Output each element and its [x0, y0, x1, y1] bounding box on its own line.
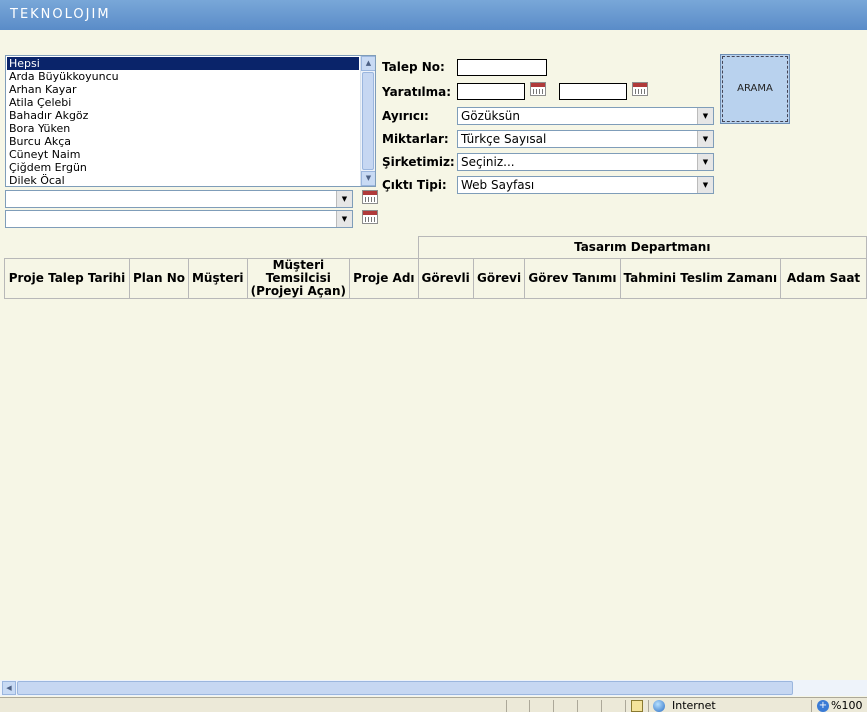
column-header[interactable]: Proje Talep Tarihi — [4, 258, 130, 299]
amounts-label: Miktarlar: — [382, 132, 449, 146]
calendar-icon[interactable] — [632, 82, 648, 96]
user-list-scrollbar[interactable]: ▲ ▼ — [360, 56, 375, 186]
scroll-thumb[interactable] — [362, 72, 374, 170]
calendar-icon[interactable] — [362, 190, 378, 204]
created-to-input[interactable] — [559, 83, 627, 100]
column-header[interactable]: Görevli — [417, 258, 474, 299]
user-list-item[interactable]: Atila Çelebi — [7, 96, 359, 109]
request-no-label: Talep No: — [382, 60, 445, 74]
created-from-input[interactable] — [457, 83, 525, 100]
output-type-label: Çıktı Tipi: — [382, 178, 447, 192]
app-header: TEKNOLOJIM — [0, 0, 867, 30]
chevron-down-icon[interactable]: ▼ — [697, 177, 713, 193]
user-list-item[interactable]: Bora Yüken — [7, 122, 359, 135]
column-header[interactable]: Adam Saat — [780, 258, 867, 299]
company-label: Şirketimiz: — [382, 155, 455, 169]
column-header[interactable]: Müşteri Temsilcisi (Projeyi Açan) — [246, 258, 351, 299]
user-list-item[interactable]: Çiğdem Ergün — [7, 161, 359, 174]
request-no-input[interactable] — [457, 59, 547, 76]
user-list-items: Hepsi Arda Büyükkoyuncu Arhan Kayar Atil… — [7, 57, 359, 186]
separator-label: Ayırıcı: — [382, 109, 429, 123]
created-label: Yaratılma: — [382, 85, 452, 99]
user-list-item[interactable]: Dilek Öcal — [7, 174, 359, 186]
scroll-thumb[interactable] — [17, 681, 793, 695]
separator-select[interactable]: Gözüksün ▼ — [457, 107, 714, 125]
column-header[interactable]: Plan No — [128, 258, 189, 299]
user-list-item[interactable]: Arhan Kayar — [7, 83, 359, 96]
status-divider — [648, 700, 649, 712]
status-divider — [553, 700, 554, 712]
chevron-down-icon[interactable]: ▼ — [336, 211, 352, 227]
date-select-2[interactable]: ▼ — [5, 210, 353, 228]
user-list-item[interactable]: Bahadır Akgöz — [7, 109, 359, 122]
chevron-down-icon[interactable]: ▼ — [697, 108, 713, 124]
company-select[interactable]: Seçiniz... ▼ — [457, 153, 714, 171]
user-list-item[interactable]: Burcu Akça — [7, 135, 359, 148]
scroll-down-icon[interactable]: ▼ — [361, 171, 375, 186]
user-listbox[interactable]: Hepsi Arda Büyükkoyuncu Arhan Kayar Atil… — [5, 55, 376, 187]
status-divider — [811, 700, 812, 712]
column-header[interactable]: Tahmini Teslim Zamanı — [619, 258, 782, 299]
security-zone: Internet — [672, 699, 716, 712]
chevron-down-icon[interactable]: ▼ — [336, 191, 352, 207]
amounts-select-value: Türkçe Sayısal — [461, 132, 547, 146]
status-divider — [601, 700, 602, 712]
logo: TEKNOLOJIM — [10, 7, 111, 22]
table-group-header-row: Tasarım Departmanı — [4, 236, 867, 259]
chevron-down-icon[interactable]: ▼ — [697, 154, 713, 170]
zoom-level[interactable]: %100 — [831, 699, 862, 712]
globe-icon — [653, 700, 665, 712]
output-type-select[interactable]: Web Sayfası ▼ — [457, 176, 714, 194]
status-divider — [577, 700, 578, 712]
search-button[interactable]: ARAMA — [720, 54, 790, 124]
table-group-header: Tasarım Departmanı — [417, 236, 867, 259]
results-table: Tasarım Departmanı Proje Talep Tarihi Pl… — [4, 236, 867, 299]
column-header[interactable]: Görev Tanımı — [524, 258, 621, 299]
horizontal-scrollbar[interactable]: ◀ — [0, 680, 867, 696]
status-divider — [506, 700, 507, 712]
scroll-up-icon[interactable]: ▲ — [361, 56, 375, 71]
user-list-item[interactable]: Hepsi — [7, 57, 359, 70]
amounts-select[interactable]: Türkçe Sayısal ▼ — [457, 130, 714, 148]
user-list-item[interactable]: Cüneyt Naim — [7, 148, 359, 161]
date-select-1[interactable]: ▼ — [5, 190, 353, 208]
table-header-row: Proje Talep Tarihi Plan No Müşteri Müşte… — [4, 258, 867, 299]
status-bar: Internet + %100 — [0, 697, 867, 712]
output-type-select-value: Web Sayfası — [461, 178, 535, 192]
calendar-icon[interactable] — [362, 210, 378, 224]
company-select-value: Seçiniz... — [461, 155, 515, 169]
chevron-down-icon[interactable]: ▼ — [697, 131, 713, 147]
zoom-icon[interactable]: + — [817, 700, 829, 712]
calendar-icon[interactable] — [530, 82, 546, 96]
table-group-blank — [4, 236, 419, 259]
column-header[interactable]: Müşteri — [187, 258, 248, 299]
lock-icon — [631, 700, 643, 712]
scroll-left-icon[interactable]: ◀ — [2, 681, 16, 695]
user-list-item[interactable]: Arda Büyükkoyuncu — [7, 70, 359, 83]
status-divider — [529, 700, 530, 712]
column-header[interactable]: Görevi — [472, 258, 526, 299]
separator-select-value: Gözüksün — [461, 109, 520, 123]
status-divider — [625, 700, 626, 712]
column-header[interactable]: Proje Adı — [349, 258, 419, 299]
